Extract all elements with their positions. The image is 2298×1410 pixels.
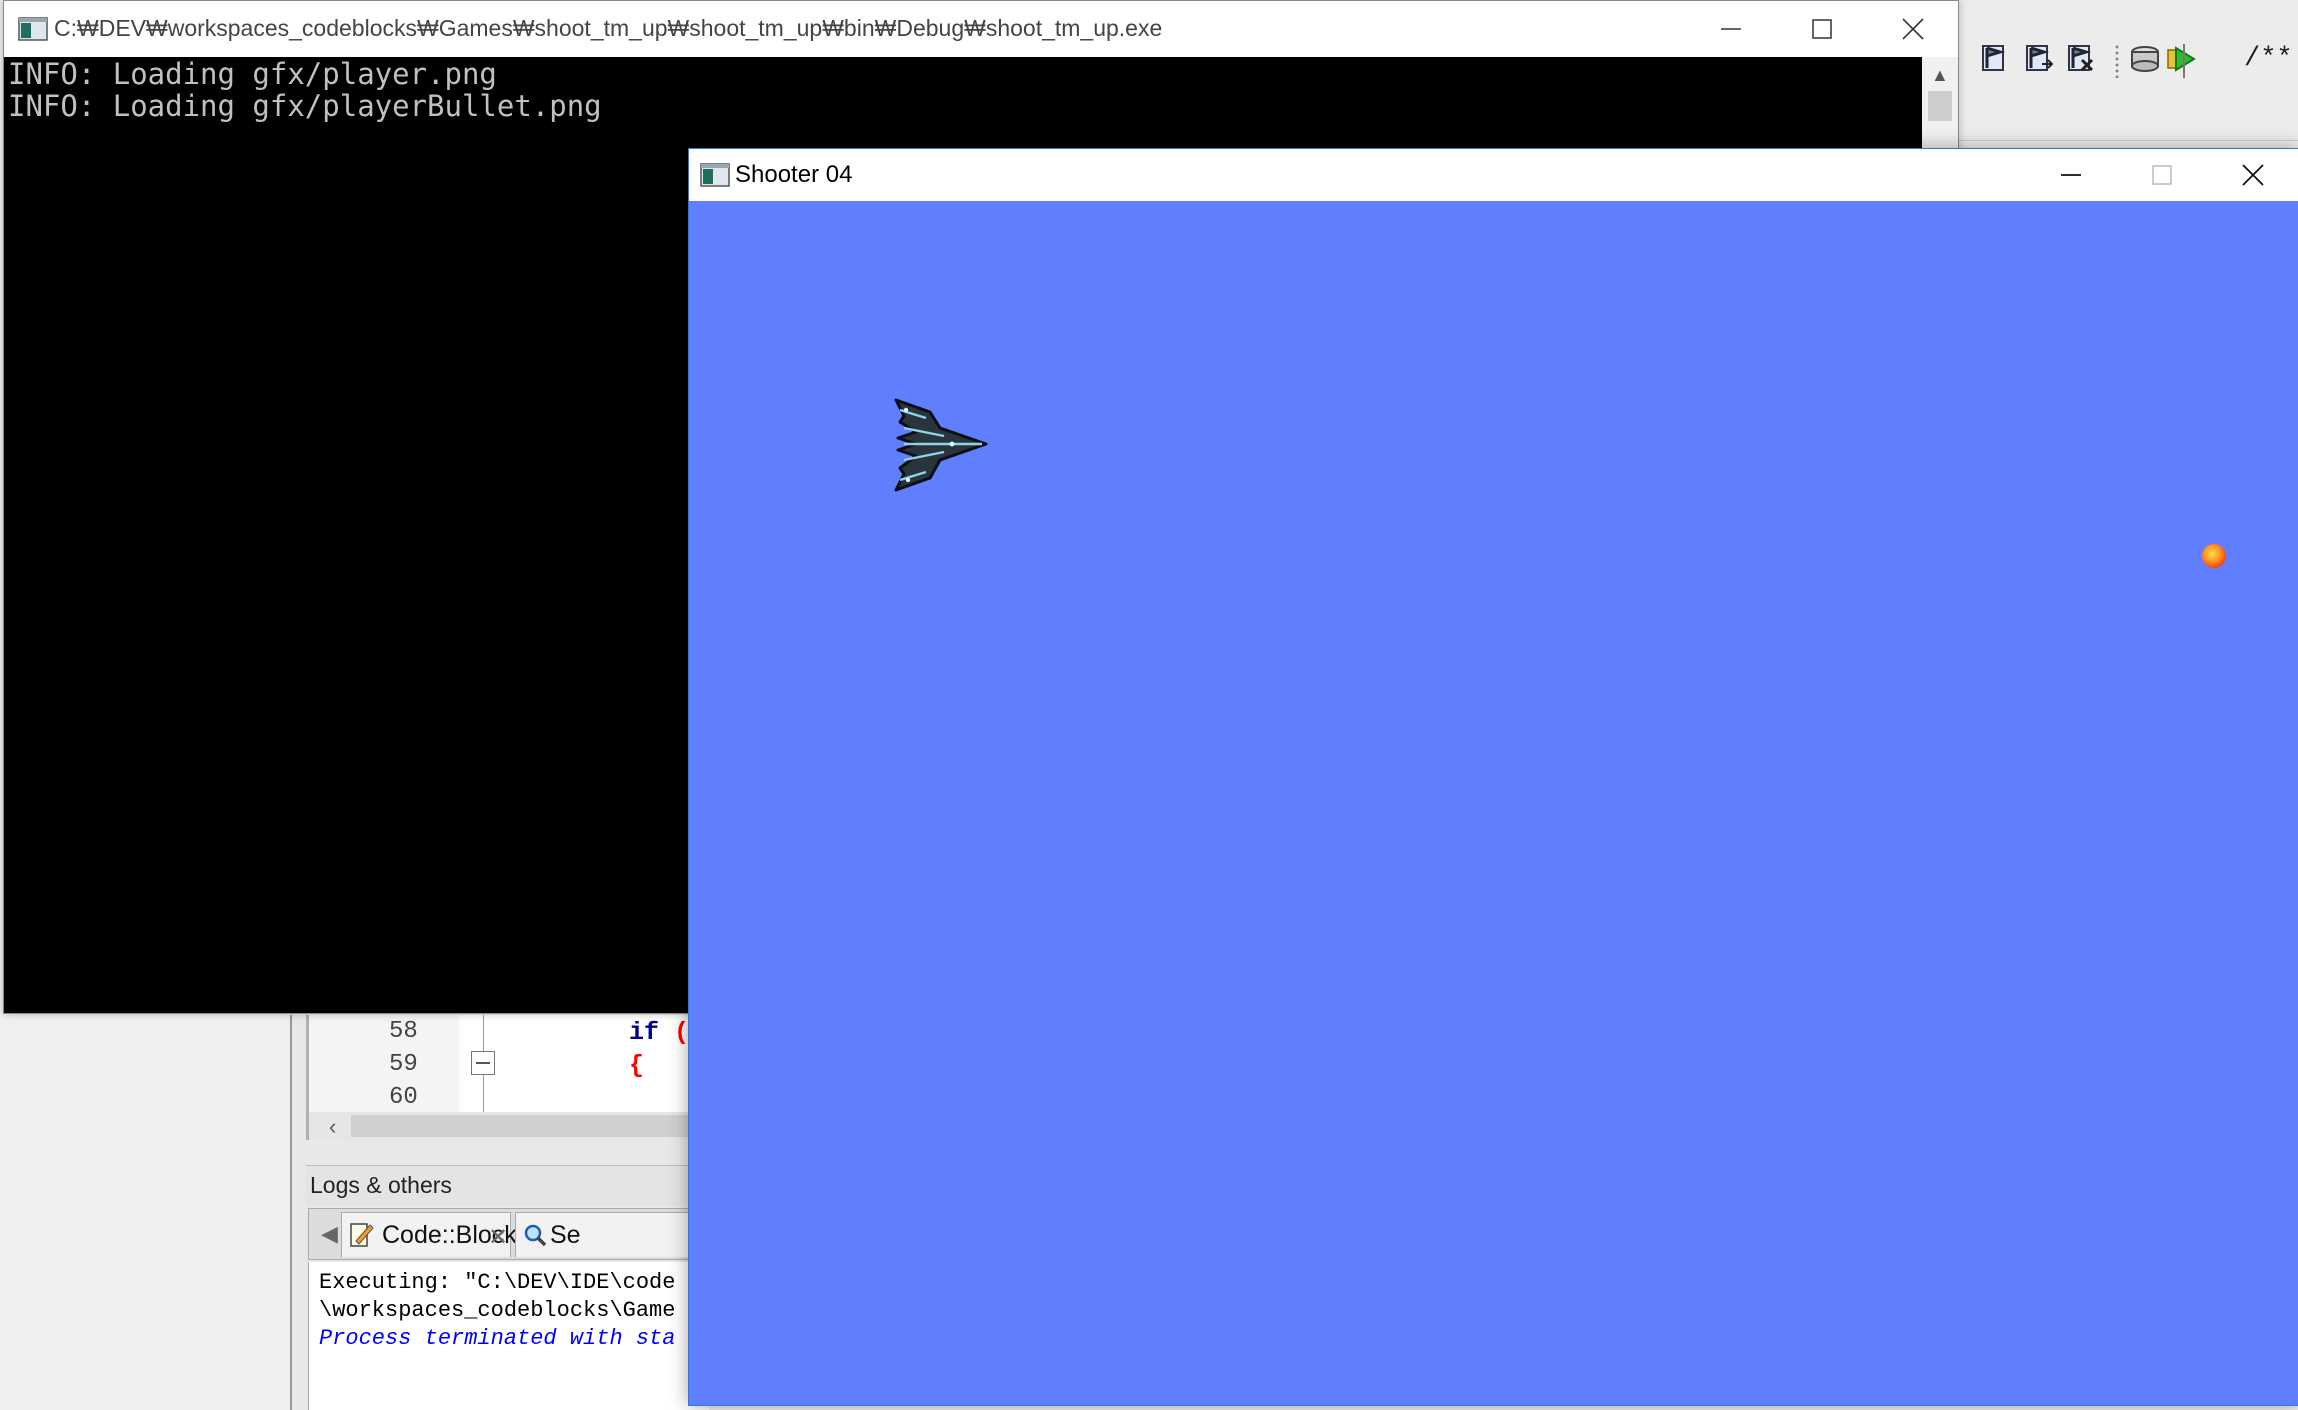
bookmark-next-icon[interactable] xyxy=(2022,42,2056,76)
game-app-icon xyxy=(700,163,730,187)
line-number-gutter xyxy=(309,1015,459,1115)
game-window-title: Shooter 04 xyxy=(735,161,853,188)
close-icon xyxy=(1902,18,1924,40)
maximize-button[interactable] xyxy=(1777,1,1867,57)
scrollbar-thumb[interactable] xyxy=(351,1115,709,1137)
game-window[interactable]: Shooter 04 xyxy=(688,148,2298,1406)
comment-button[interactable]: /** xyxy=(2244,44,2293,74)
close-button[interactable] xyxy=(1868,1,1958,57)
player-ship xyxy=(894,398,988,492)
bookmark-toggle-icon[interactable] xyxy=(1978,42,2012,76)
toolbar-grip[interactable] xyxy=(2114,44,2120,78)
minimize-button[interactable] xyxy=(2026,147,2116,203)
tab-close-icon[interactable]: ✕ xyxy=(488,1223,508,1252)
stack-icon[interactable] xyxy=(2128,42,2162,76)
maximize-icon xyxy=(1812,19,1832,39)
line-number: 60 xyxy=(389,1084,418,1111)
maximize-icon xyxy=(2152,165,2172,185)
ide-toolbar: /** xyxy=(1958,0,2298,141)
log-line: Process terminated with sta xyxy=(319,1326,676,1351)
fold-toggle-icon[interactable] xyxy=(471,1051,495,1075)
game-titlebar[interactable]: Shooter 04 xyxy=(689,149,2298,201)
line-number: 58 xyxy=(389,1018,418,1045)
game-canvas[interactable] xyxy=(689,201,2298,1405)
scroll-up-icon[interactable]: ▲ xyxy=(1931,65,1949,86)
code-editor[interactable]: 58 59 60 if ( { xyxy=(306,1015,709,1115)
logs-panel-header: Logs & others xyxy=(306,1165,706,1206)
logs-panel-title: Logs & others xyxy=(310,1172,452,1198)
minimize-button[interactable] xyxy=(1686,1,1776,57)
tab-search[interactable]: Se xyxy=(515,1212,717,1257)
log-line: \workspaces_codeblocks\Game xyxy=(319,1298,676,1323)
console-line: INFO: Loading gfx/playerBullet.png xyxy=(8,89,602,123)
enemy-bullet xyxy=(2202,544,2226,568)
editor-horizontal-scrollbar[interactable]: ‹ xyxy=(306,1112,709,1140)
scrollbar-thumb[interactable] xyxy=(1928,91,1952,121)
code-brace: { xyxy=(629,1051,645,1080)
tab-scroll-left-icon[interactable]: ◀ xyxy=(321,1221,338,1247)
logs-tab-bar: ◀ Code::Blocks ✕ Se xyxy=(308,1208,717,1260)
console-window-title: C:₩DEV₩workspaces_codeblocks₩Games₩shoot… xyxy=(54,15,1163,41)
toolbar-separator xyxy=(2183,44,2185,78)
run-icon[interactable] xyxy=(2164,42,2198,76)
build-log: Executing: "C:\DEV\IDE\code \workspaces_… xyxy=(308,1262,709,1410)
maximize-button[interactable] xyxy=(2117,147,2207,203)
note-icon xyxy=(350,1223,374,1247)
bookmark-clear-icon[interactable] xyxy=(2064,42,2098,76)
close-icon xyxy=(2242,164,2264,186)
console-line: INFO: Loading gfx/player.png xyxy=(8,57,497,91)
minimize-icon xyxy=(1721,28,1741,30)
minimize-icon xyxy=(2061,174,2081,176)
tab-label: Se xyxy=(550,1221,581,1249)
search-icon xyxy=(524,1224,547,1247)
log-line: Executing: "C:\DEV\IDE\code xyxy=(319,1270,676,1295)
code-operator: ( xyxy=(659,1018,690,1047)
code-keyword: if xyxy=(629,1018,660,1047)
scroll-left-icon[interactable]: ‹ xyxy=(329,1114,336,1140)
close-button[interactable] xyxy=(2208,147,2298,203)
console-app-icon xyxy=(18,17,48,41)
tab-codeblocks[interactable]: Code::Blocks ✕ xyxy=(341,1212,529,1257)
console-titlebar[interactable]: C:₩DEV₩workspaces_codeblocks₩Games₩shoot… xyxy=(4,1,1958,57)
line-number: 59 xyxy=(389,1051,418,1078)
